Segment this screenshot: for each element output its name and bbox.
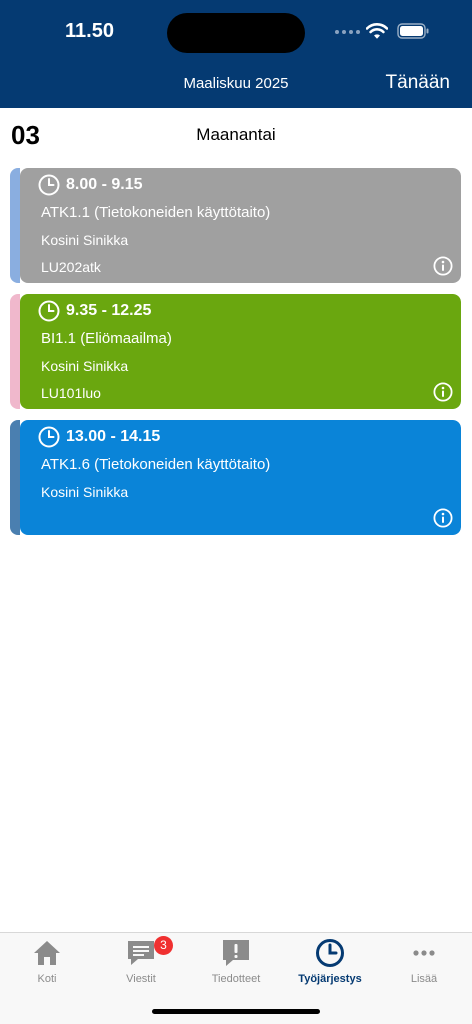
- lesson-time: 8.00 - 9.15: [66, 176, 143, 193]
- lesson-room: LU101luo: [41, 385, 101, 401]
- tab-label: Työjärjestys: [298, 973, 362, 985]
- lesson-card[interactable]: 9.35 - 12.25 BI1.1 (Eliömaailma) Kosini …: [10, 294, 461, 409]
- wifi-icon: [366, 23, 388, 39]
- announcements-icon: [223, 940, 249, 966]
- lesson-time: 13.00 - 14.15: [66, 428, 161, 445]
- clock-icon: [38, 174, 60, 196]
- clock-icon: [316, 939, 344, 967]
- status-time: 11.50: [65, 20, 114, 42]
- lesson-time-row: 8.00 - 9.15: [38, 174, 143, 196]
- clock-icon: [38, 426, 60, 448]
- tab-label: Viestit: [126, 973, 156, 985]
- lesson-teacher: Kosini Sinikka: [41, 232, 129, 248]
- dynamic-island: [167, 13, 305, 53]
- tab-label: Koti: [37, 973, 57, 985]
- lesson-card-body: 9.35 - 12.25 BI1.1 (Eliömaailma) Kosini …: [20, 294, 461, 409]
- lesson-teacher: Kosini Sinikka: [41, 358, 129, 374]
- header: 11.50 Maaliskuu 2025 Tänään: [0, 0, 472, 108]
- lesson-teacher: Kosini Sinikka: [41, 484, 129, 500]
- lesson-time-row: 13.00 - 14.15: [38, 426, 160, 448]
- tab-tiedotteet[interactable]: Tiedotteet: [189, 933, 283, 993]
- lesson-color-stripe: [10, 168, 20, 283]
- lesson-card[interactable]: 13.00 - 14.15 ATK1.6 (Tietokoneiden käyt…: [10, 420, 461, 535]
- home-icon: [34, 941, 60, 965]
- tab-viestit[interactable]: Viestit: [94, 933, 188, 993]
- info-icon[interactable]: [433, 508, 453, 528]
- messages-icon: [128, 941, 154, 965]
- home-indicator: [152, 1009, 320, 1014]
- lesson-room: LU202atk: [41, 259, 101, 275]
- lesson-card-body: 8.00 - 9.15 ATK1.1 (Tietokoneiden käyttö…: [20, 168, 461, 283]
- clock-icon: [38, 300, 60, 322]
- day-name: Maanantai: [196, 125, 276, 144]
- unread-badge: 3: [154, 936, 173, 955]
- tab-tyojarjestys[interactable]: Työjärjestys: [283, 933, 377, 993]
- info-icon[interactable]: [433, 256, 453, 276]
- more-icon: [413, 950, 435, 956]
- lesson-time-row: 9.35 - 12.25: [38, 300, 151, 322]
- lesson-course: ATK1.1 (Tietokoneiden käyttötaito): [41, 204, 271, 221]
- cellular-signal-icon: [335, 30, 360, 34]
- tab-label: Tiedotteet: [211, 973, 261, 985]
- info-icon[interactable]: [433, 382, 453, 402]
- lesson-course: ATK1.6 (Tietokoneiden käyttötaito): [41, 456, 271, 473]
- tab-lisaa[interactable]: Lisää: [377, 933, 471, 993]
- today-button[interactable]: Tänään: [386, 72, 450, 94]
- tab-koti[interactable]: Koti: [0, 933, 94, 993]
- battery-icon: [397, 23, 429, 39]
- lesson-color-stripe: [10, 420, 20, 535]
- lesson-card-body: 13.00 - 14.15 ATK1.6 (Tietokoneiden käyt…: [20, 420, 461, 535]
- lesson-color-stripe: [10, 294, 20, 409]
- lesson-time: 9.35 - 12.25: [66, 302, 152, 319]
- tab-label: Lisää: [410, 973, 438, 985]
- lesson-card[interactable]: 8.00 - 9.15 ATK1.1 (Tietokoneiden käyttö…: [10, 168, 461, 283]
- lesson-course: BI1.1 (Eliömaailma): [41, 330, 172, 347]
- app-screen: 11.50 Maaliskuu 2025 Tänään 03 Maanantai…: [0, 0, 472, 1024]
